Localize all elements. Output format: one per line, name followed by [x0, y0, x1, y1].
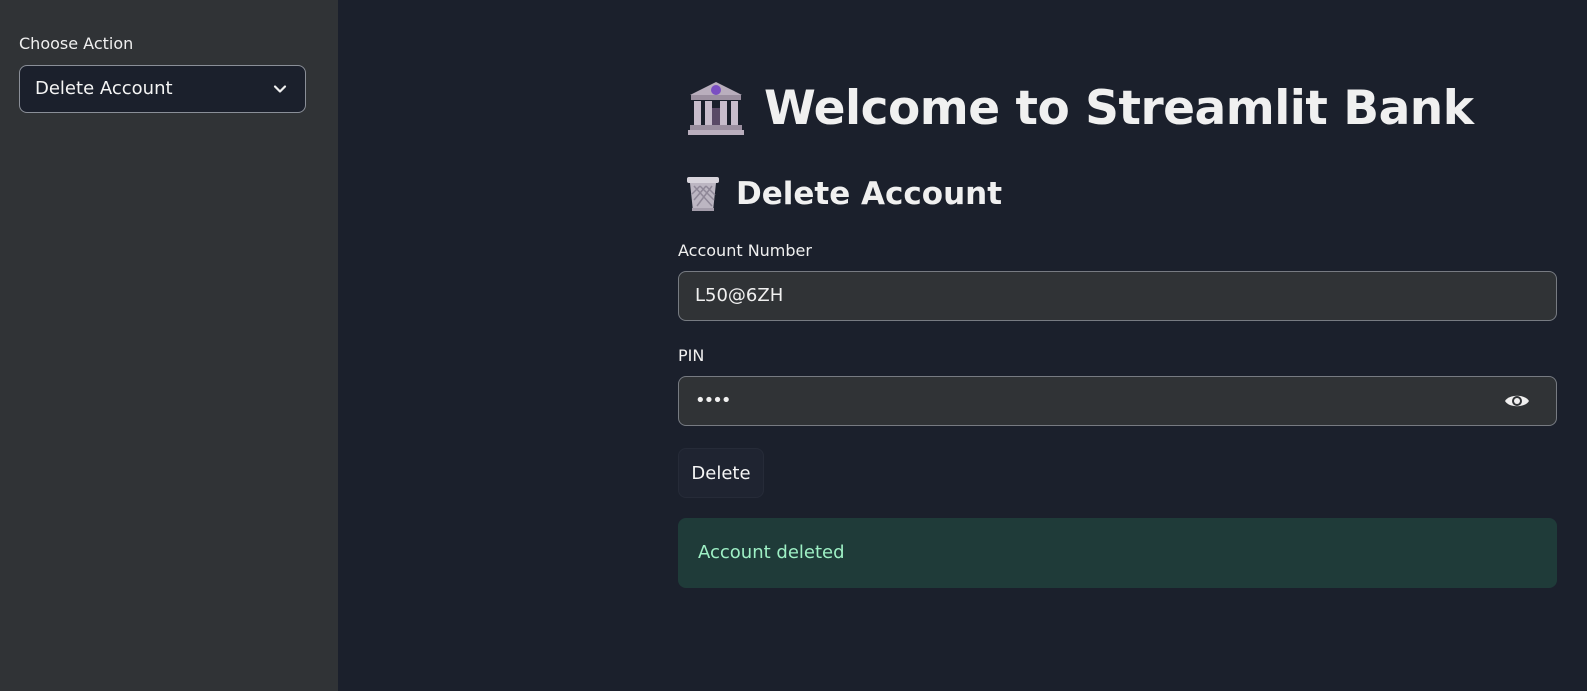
- wastebasket-icon: [687, 177, 719, 211]
- chevron-down-icon: [273, 85, 287, 93]
- choose-action-select[interactable]: Delete Account: [19, 65, 306, 113]
- page-title-text: Welcome to Streamlit Bank: [764, 80, 1474, 136]
- pin-input[interactable]: ••••: [678, 376, 1557, 426]
- main-content: Welcome to Streamlit Bank Delete Account…: [338, 0, 1587, 691]
- app: Choose Action Delete Account Welcome to …: [0, 0, 1587, 691]
- pin-value: ••••: [695, 390, 731, 411]
- delete-button[interactable]: Delete: [678, 448, 764, 498]
- eye-icon[interactable]: [1504, 392, 1530, 410]
- bank-icon: [688, 82, 744, 135]
- account-number-label: Account Number: [678, 241, 812, 260]
- select-value: Delete Account: [35, 78, 173, 99]
- choose-action-label: Choose Action: [19, 34, 134, 53]
- success-alert: Account deleted: [678, 518, 1557, 588]
- section-heading: Delete Account: [684, 174, 1002, 214]
- account-number-value: L50@6ZH: [695, 285, 784, 306]
- sidebar: Choose Action Delete Account: [0, 0, 338, 691]
- account-number-input[interactable]: L50@6ZH: [678, 271, 1557, 321]
- success-alert-text: Account deleted: [698, 542, 845, 563]
- pin-label: PIN: [678, 346, 705, 365]
- page-title: Welcome to Streamlit Bank: [686, 78, 1474, 138]
- section-heading-text: Delete Account: [736, 176, 1003, 212]
